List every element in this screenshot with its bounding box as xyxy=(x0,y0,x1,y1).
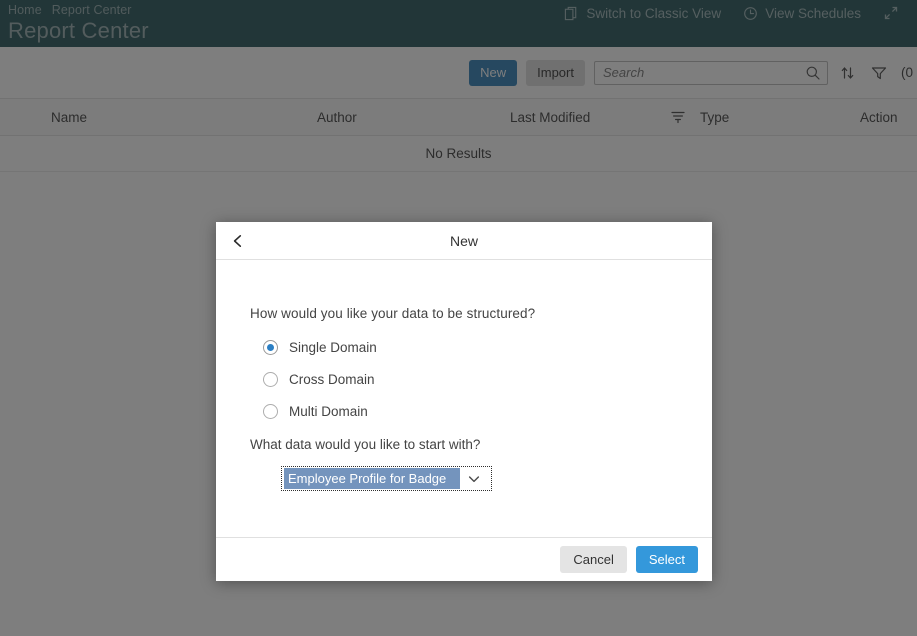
chevron-down-icon[interactable] xyxy=(460,472,488,486)
chevron-left-icon[interactable] xyxy=(228,231,248,251)
new-report-dialog: New How would you like your data to be s… xyxy=(216,222,712,581)
data-source-selected-value[interactable]: Employee Profile for Badge xyxy=(284,468,460,489)
start-data-question-label: What data would you like to start with? xyxy=(250,437,481,452)
dialog-header: New xyxy=(216,222,712,260)
app-root: Home Report Center Report Center Switch … xyxy=(0,0,917,636)
radio-icon-cross-domain[interactable] xyxy=(263,371,278,387)
radio-option-single-domain[interactable]: Single Domain xyxy=(250,331,712,363)
dialog-footer: Cancel Select xyxy=(216,537,712,581)
radio-option-multi-domain[interactable]: Multi Domain xyxy=(250,395,712,427)
select-button[interactable]: Select xyxy=(635,546,698,573)
radio-label-cross-domain: Cross Domain xyxy=(289,371,375,387)
radio-label-multi-domain: Multi Domain xyxy=(289,403,368,419)
dialog-title: New xyxy=(449,232,478,249)
dialog-body: How would you like your data to be struc… xyxy=(216,260,712,537)
radio-label-single-domain: Single Domain xyxy=(289,339,377,355)
radio-icon-single-domain[interactable] xyxy=(263,339,278,355)
cancel-button[interactable]: Cancel xyxy=(560,546,627,573)
radio-option-cross-domain[interactable]: Cross Domain xyxy=(250,363,712,395)
radio-icon-multi-domain[interactable] xyxy=(263,403,278,419)
data-source-dropdown[interactable]: Employee Profile for Badge xyxy=(281,466,492,491)
structure-question-label: How would you like your data to be struc… xyxy=(250,306,536,321)
